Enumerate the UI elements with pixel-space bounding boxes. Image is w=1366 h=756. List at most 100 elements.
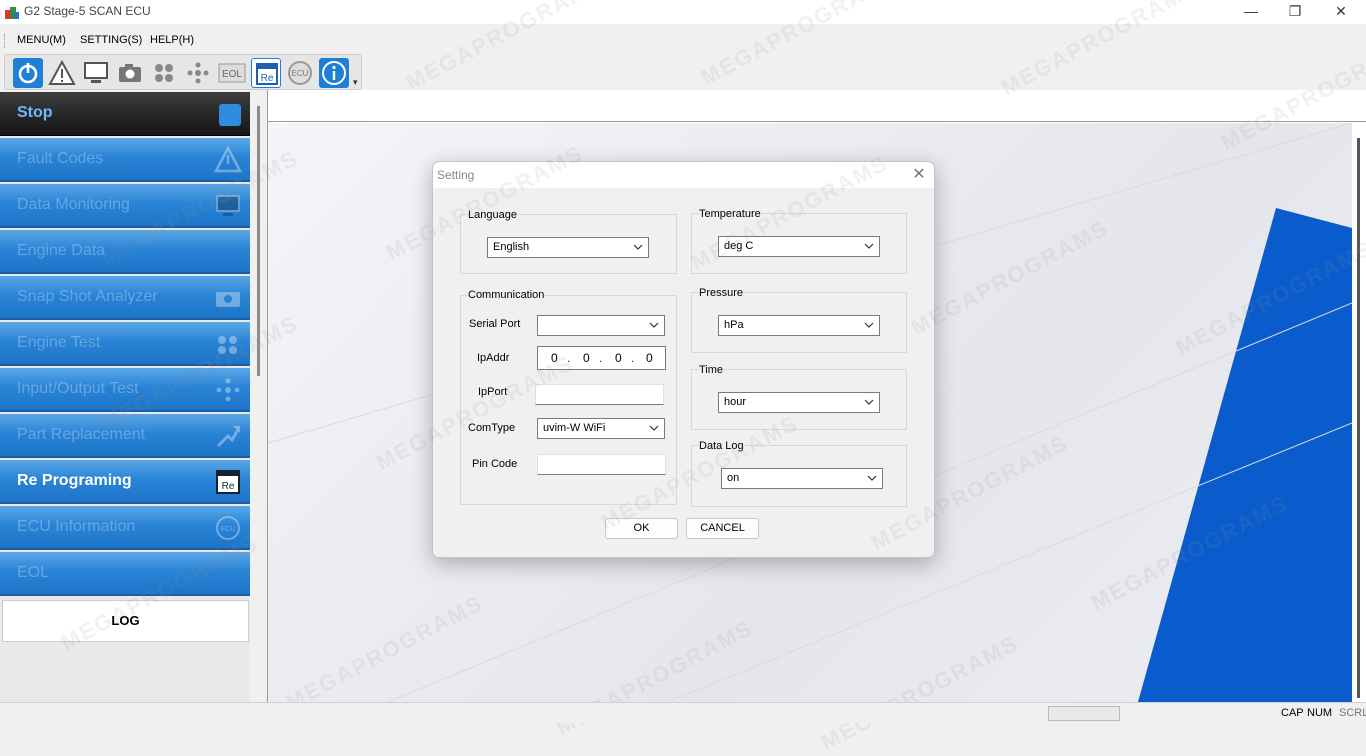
eol-icon[interactable]: EOL xyxy=(217,58,247,88)
monitor-icon xyxy=(216,195,240,216)
sidebar-item-re-programing[interactable]: Re Programing Re xyxy=(0,460,250,504)
monitor-icon[interactable] xyxy=(81,58,111,88)
ipaddr-octet-4: 0 xyxy=(646,351,653,365)
comtype-select[interactable]: uvim-W WiFi xyxy=(537,418,665,439)
data-log-select[interactable]: on xyxy=(721,468,883,489)
num-lock-indicator: NUM xyxy=(1307,707,1333,719)
pressure-label: Pressure xyxy=(699,287,744,299)
ecu-icon[interactable]: ECU xyxy=(285,58,315,88)
app-icon xyxy=(5,7,19,19)
dialog-titlebar: Setting ✕ xyxy=(433,162,934,188)
chevron-down-icon xyxy=(864,399,874,405)
ipaddr-input[interactable]: 0 . 0 . 0 . 0 xyxy=(537,346,666,370)
ipport-input[interactable] xyxy=(535,384,664,405)
toolbar: EOL Re ECU ▾ xyxy=(4,54,362,90)
toolbar-overflow-icon[interactable]: ▾ xyxy=(353,77,358,88)
comtype-value: uvim-W WiFi xyxy=(543,422,606,434)
temperature-label: Temperature xyxy=(699,208,761,220)
sidebar-item-engine-data[interactable]: Engine Data xyxy=(0,230,250,274)
serial-port-label: Serial Port xyxy=(469,318,521,330)
sidebar-splitter[interactable] xyxy=(257,106,260,376)
info-icon[interactable] xyxy=(319,58,349,88)
menu-main[interactable]: MENU(M) xyxy=(17,34,66,46)
re-icon-text: Re xyxy=(222,481,235,492)
setting-dialog: Setting ✕ Language English Communication… xyxy=(432,161,935,558)
chevron-down-icon xyxy=(649,425,659,431)
sidebar-item-label: Fault Codes xyxy=(17,150,104,167)
log-button[interactable]: LOG xyxy=(2,600,249,642)
scroll-lock-indicator: SCRL xyxy=(1339,707,1366,719)
ok-button[interactable]: OK xyxy=(605,518,678,539)
sidebar-item-part-replacement[interactable]: Part Replacement xyxy=(0,414,250,458)
main-header xyxy=(268,90,1366,122)
sidebar-item-label: Stop xyxy=(17,104,53,121)
dialog-close-icon[interactable]: ✕ xyxy=(909,165,929,185)
close-button[interactable]: ✕ xyxy=(1318,0,1364,24)
title-bar: G2 Stage-5 SCAN ECU — ❐ ✕ xyxy=(0,0,1366,24)
chevron-down-icon xyxy=(864,322,874,328)
sidebar-item-label: Snap Shot Analyzer xyxy=(17,288,158,305)
sidebar-item-ecu-information[interactable]: ECU Information ECU xyxy=(0,506,250,550)
camera-icon xyxy=(216,292,240,307)
language-select[interactable]: English xyxy=(487,237,649,258)
temperature-value: deg C xyxy=(724,240,754,252)
temperature-select[interactable]: deg C xyxy=(718,236,880,257)
ipaddr-label: IpAddr xyxy=(477,352,510,364)
sidebar-item-input-output-test[interactable]: Input/Output Test xyxy=(0,368,250,412)
pressure-value: hPa xyxy=(724,319,744,331)
sidebar-item-label: Re Programing xyxy=(17,472,132,489)
sidebar-item-label: Input/Output Test xyxy=(17,380,139,397)
pin-code-label: Pin Code xyxy=(472,458,518,470)
comtype-label: ComType xyxy=(468,422,516,434)
ipaddr-octet-1: 0 xyxy=(551,351,558,365)
engine-test-icon xyxy=(218,336,237,354)
data-log-label: Data Log xyxy=(699,440,744,452)
sidebar-item-data-monitoring[interactable]: Data Monitoring xyxy=(0,184,250,228)
power-icon[interactable] xyxy=(13,58,43,88)
sidebar-item-label: Engine Test xyxy=(17,334,101,351)
status-bar: CAP NUM SCRL xyxy=(0,702,1366,723)
reprogram-icon[interactable]: Re xyxy=(251,58,281,88)
time-label: Time xyxy=(699,364,724,376)
chevron-down-icon xyxy=(867,475,877,481)
caps-lock-indicator: CAP xyxy=(1281,707,1304,719)
io-test-icon[interactable] xyxy=(183,58,213,88)
data-log-value: on xyxy=(727,472,740,484)
communication-label: Communication xyxy=(468,289,545,301)
minimize-button[interactable]: — xyxy=(1228,0,1274,24)
io-test-icon xyxy=(216,378,240,402)
sidebar-item-label: Data Monitoring xyxy=(17,196,130,213)
sidebar-item-eol[interactable]: EOL xyxy=(0,552,250,596)
sidebar-item-label: Engine Data xyxy=(17,242,106,259)
menu-setting[interactable]: SETTING(S) xyxy=(80,34,142,46)
reprogram-icon: Re xyxy=(216,470,240,494)
sidebar-item-fault-codes[interactable]: Fault Codes xyxy=(0,138,250,182)
sidebar-item-snap-shot-analyzer[interactable]: Snap Shot Analyzer xyxy=(0,276,250,320)
warning-icon xyxy=(214,146,242,173)
pressure-select[interactable]: hPa xyxy=(718,315,880,336)
status-progress xyxy=(1048,706,1120,721)
sidebar-item-stop[interactable]: Stop xyxy=(0,92,250,136)
maximize-button[interactable]: ❐ xyxy=(1272,0,1318,24)
sidebar-item-engine-test[interactable]: Engine Test xyxy=(0,322,250,366)
ecu-icon-text: ECU xyxy=(221,526,236,533)
sidebar-item-label: EOL xyxy=(17,564,50,581)
eol-icon-text: EOL xyxy=(222,69,242,80)
vertical-scrollbar[interactable] xyxy=(1357,138,1360,698)
ecu-icon: ECU xyxy=(216,516,240,540)
cancel-button[interactable]: CANCEL xyxy=(686,518,759,539)
ipport-label: IpPort xyxy=(478,386,508,398)
serial-port-select[interactable] xyxy=(537,315,665,336)
sidebar-item-label: ECU Information xyxy=(17,518,136,535)
pin-code-input[interactable] xyxy=(537,454,666,475)
sidebar-item-label: Part Replacement xyxy=(17,426,146,443)
sidebar: Stop Fault Codes Data Monitoring Engine … xyxy=(0,92,250,702)
camera-icon[interactable] xyxy=(115,58,145,88)
warning-icon[interactable] xyxy=(47,58,77,88)
menu-bar: MENU(M) SETTING(S) HELP(H) xyxy=(0,30,1366,52)
time-select[interactable]: hour xyxy=(718,392,880,413)
menu-help[interactable]: HELP(H) xyxy=(150,34,194,46)
chevron-down-icon xyxy=(649,322,659,328)
engine-test-icon[interactable] xyxy=(149,58,179,88)
re-icon-text: Re xyxy=(261,73,274,84)
